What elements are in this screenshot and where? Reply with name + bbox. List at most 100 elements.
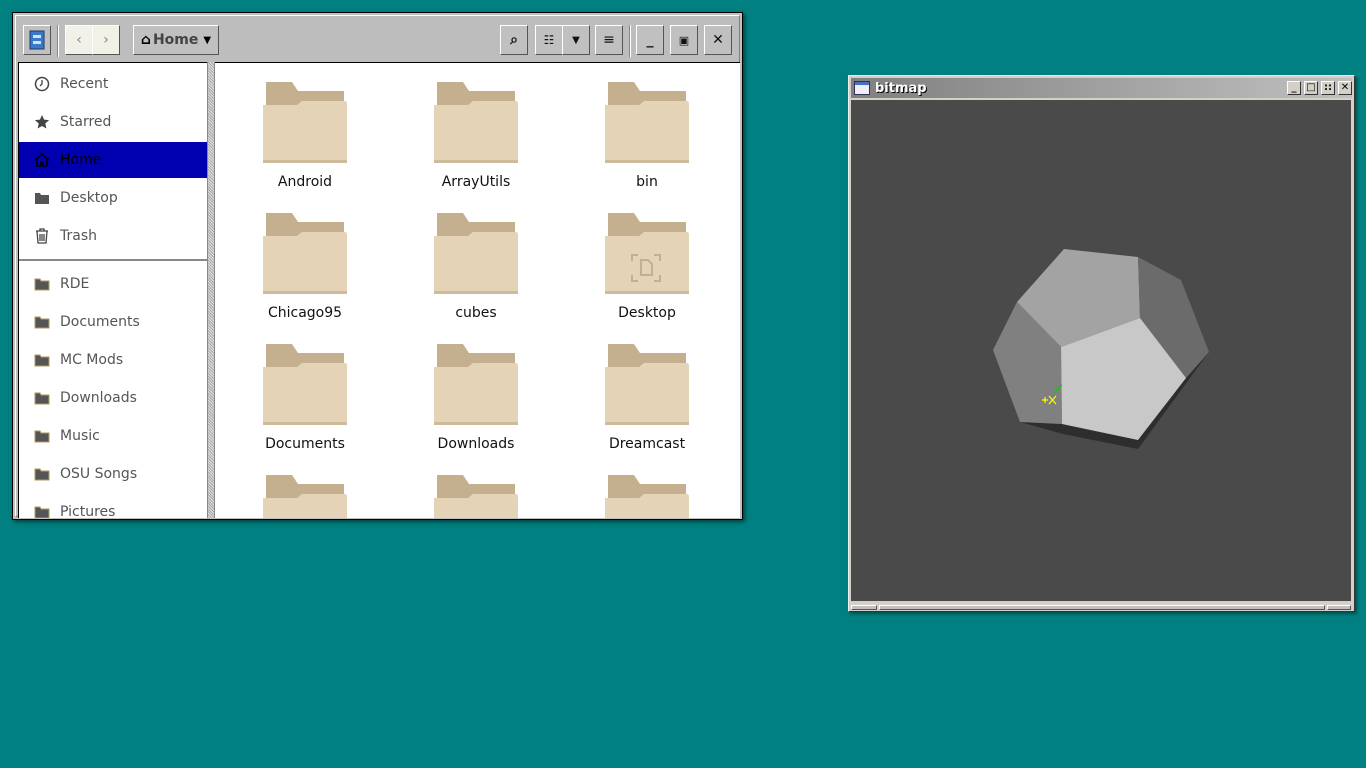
folder-label: Chicago95 [267,305,343,321]
sidebar: Recent Starred Home Desktop Trash RDE Doc… [18,62,207,518]
maximize-button[interactable]: □ [1304,81,1318,95]
folder-icon [263,475,347,518]
folder-icon [34,392,50,405]
sidebar-bookmark[interactable]: MC Mods [19,342,207,378]
app-menu-button[interactable] [23,25,51,55]
folder-icon [35,193,49,204]
file-grid: Android ArrayUtils bin Chicago95 cubes Deskto… [215,62,740,518]
folder-icon [34,354,50,367]
maximize-icon: ▣ [678,33,690,47]
folder-label: Downloads [437,436,515,452]
sidebar-item-starred[interactable]: Starred [19,104,207,140]
maximize-icon: □ [1306,82,1316,93]
pane-splitter[interactable] [207,62,215,518]
folder-item[interactable]: Desktop [572,213,722,321]
sidebar-bookmark[interactable]: Music [19,418,207,454]
location-button[interactable]: ⌂ Home ▼ [133,25,219,55]
folder-icon [263,344,347,425]
scroll-right-button[interactable] [1327,605,1351,610]
close-button[interactable]: ✕ [704,25,732,55]
home-icon [34,152,50,167]
sidebar-item-home[interactable]: Home [19,142,207,178]
view-button[interactable]: ☷ [535,25,563,55]
folder-item[interactable]: bin [572,82,722,190]
minimize-button[interactable]: _ [1287,81,1301,95]
sidebar-divider [19,259,207,261]
grip-icon: :: [1324,82,1332,93]
folder-item[interactable]: Dreamcast [572,344,722,452]
forward-button[interactable]: › [92,25,120,55]
folder-icon [434,475,518,518]
folder-item[interactable]: ArrayUtils [401,82,551,190]
folder-icon [434,344,518,425]
sidebar-bookmark[interactable]: Documents [19,304,207,340]
sidebar-bookmark[interactable]: RDE [19,266,207,302]
folder-icon [434,213,518,294]
title-bar[interactable]: bitmap _ □ :: ✕ [851,78,1352,98]
folder-icon [434,82,518,163]
sidebar-bookmark[interactable]: Downloads [19,380,207,416]
folder-icon [605,82,689,163]
folder-item[interactable]: Downloads [401,344,551,452]
folder-item[interactable]: cubes [401,213,551,321]
folder-label: Dreamcast [608,436,686,452]
sidebar-bookmark[interactable]: Pictures [19,494,207,518]
clock-icon [34,76,50,92]
minimize-icon: _ [646,32,654,48]
folder-item[interactable]: Chicago95 [230,213,380,321]
trash-icon [36,228,48,244]
close-button[interactable]: ✕ [1338,81,1352,95]
folder-icon [263,213,347,294]
close-icon: ✕ [1340,82,1350,93]
folder-label: Android [277,174,333,190]
sidebar-item-trash[interactable]: Trash [19,218,207,254]
maximize-button[interactable]: ▣ [670,25,698,55]
bitmap-window: bitmap _ □ :: ✕ [848,75,1355,612]
minimize-icon: _ [1291,82,1297,93]
file-manager-window: ‹ › ⌂ Home ▼ ⌕ ☷ ▼ ≡ _ ▣ ✕ Recent Starred … [12,12,743,520]
menu-icon: ≡ [603,32,615,48]
back-button[interactable]: ‹ [65,25,93,55]
window-icon [854,81,870,95]
folder-label: Documents [265,436,345,452]
chevron-down-icon: ▼ [203,34,212,46]
folder-label: cubes [455,305,497,321]
close-icon: ✕ [712,32,724,48]
folder-icon [605,344,689,425]
folder-icon [263,82,347,163]
horizontal-scrollbar[interactable] [879,605,1325,610]
folder-icon [34,506,50,518]
scroll-left-button[interactable] [851,605,877,610]
folder-icon [605,475,689,518]
search-icon: ⌕ [510,32,518,48]
chevron-down-icon: ▼ [572,34,580,46]
folder-icon [34,278,50,291]
folder-icon [605,213,689,294]
sidebar-item-recent[interactable]: Recent [19,66,207,102]
view-list-icon: ☷ [543,33,555,47]
sidebar-item-desktop[interactable]: Desktop [19,180,207,216]
forward-icon: › [103,32,109,48]
menu-button[interactable]: ≡ [595,25,623,55]
folder-label: bin [636,174,658,190]
folder-item[interactable]: Android [230,82,380,190]
window-title: bitmap [875,80,927,96]
folder-item[interactable] [401,475,551,518]
search-button[interactable]: ⌕ [500,25,528,55]
sidebar-bookmark[interactable]: OSU Songs [19,456,207,492]
folder-icon [34,430,50,443]
file-manager-icon [29,30,45,50]
folder-label: Desktop [618,305,676,321]
home-icon: ⌂ [140,32,151,48]
back-icon: ‹ [76,32,82,48]
render-canvas[interactable] [851,100,1351,601]
folder-item[interactable] [572,475,722,518]
folder-item[interactable] [230,475,380,518]
shade-button[interactable]: :: [1321,81,1335,95]
folder-label: ArrayUtils [441,174,511,190]
view-options-button[interactable]: ▼ [562,25,590,55]
folder-icon [34,316,50,329]
folder-item[interactable]: Documents [230,344,380,452]
star-icon [34,115,50,129]
minimize-button[interactable]: _ [636,25,664,55]
